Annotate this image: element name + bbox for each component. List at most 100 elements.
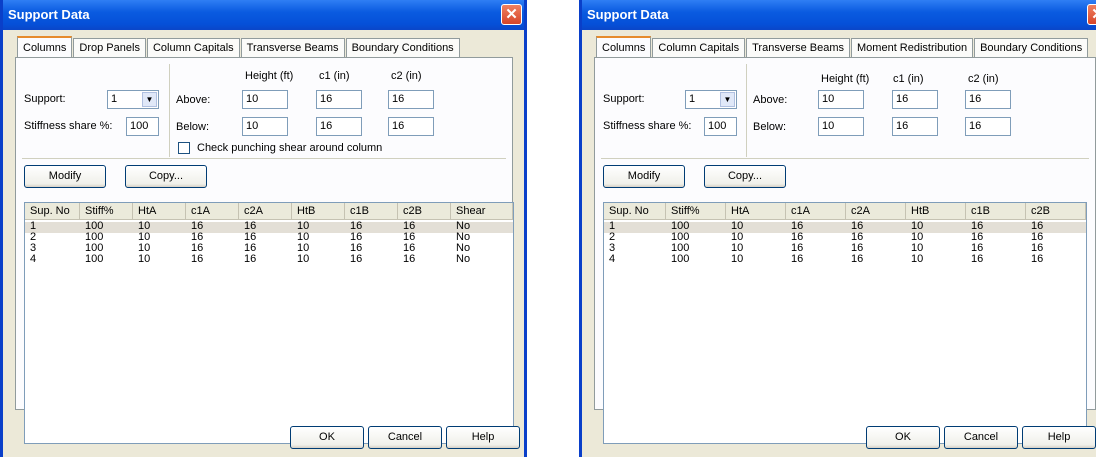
tab-transverse-beams[interactable]: Transverse Beams [746,38,851,57]
tab-strip: Columns Column Capitals Transverse Beams… [596,36,1089,58]
table-cell: 10 [138,253,151,265]
below-c1-input[interactable]: 16 [316,117,362,136]
vertical-divider [746,64,747,157]
tab-column-capitals[interactable]: Column Capitals [146,38,240,57]
column-header-c1b[interactable]: c1B [345,203,398,220]
table-cell: 16 [244,253,257,265]
column-header-hta[interactable]: HtA [726,203,786,220]
support-data-dialog-left: Support Data ✕ Columns Drop Panels Colum… [0,0,527,457]
help-button[interactable]: Help [446,426,520,449]
support-select[interactable]: 1 ▼ [107,90,159,109]
column-header-stiff[interactable]: Stiff% [80,203,133,220]
column-header-htb[interactable]: HtB [906,203,966,220]
modify-button[interactable]: Modify [603,165,685,188]
cancel-button[interactable]: Cancel [944,426,1018,449]
below-c1-input[interactable]: 16 [892,117,938,136]
below-height-input[interactable]: 10 [242,117,288,136]
below-label: Below: [753,121,787,133]
above-c1-input[interactable]: 16 [316,90,362,109]
tab-strip: Columns Drop Panels Column Capitals Tran… [17,36,461,58]
help-button[interactable]: Help [1022,426,1096,449]
chevron-down-icon[interactable]: ▼ [142,92,157,107]
below-c2-input[interactable]: 16 [965,117,1011,136]
table-row[interactable]: 4 100 10 16 16 10 16 16 [604,253,1086,266]
chevron-down-icon[interactable]: ▼ [720,92,735,107]
table-row[interactable]: 4 100 10 16 16 10 16 16 No [25,253,513,266]
tab-moment-redistribution[interactable]: Moment Redistribution [851,38,974,57]
columns-panel: Support: 1 ▼ Stiffness share %: 100 Heig… [594,57,1096,444]
column-header-c1a[interactable]: c1A [186,203,239,220]
table-cell: 4 [30,253,37,265]
tab-transverse-beams[interactable]: Transverse Beams [240,38,345,57]
stiffness-input[interactable]: 100 [704,117,737,136]
above-c2-input[interactable]: 16 [388,90,434,109]
tab-boundary-conditions[interactable]: Boundary Conditions [345,38,460,57]
support-label: Support: [24,93,66,105]
stiffness-label: Stiffness share %: [603,120,692,132]
vertical-divider [169,64,170,157]
tab-drop-panels[interactable]: Drop Panels [73,38,146,57]
above-c2-input[interactable]: 16 [965,90,1011,109]
column-header-c1b[interactable]: c1B [966,203,1026,220]
column-header-htb[interactable]: HtB [292,203,345,220]
c2-header: c2 (in) [391,70,422,82]
table-cell: 16 [350,253,363,265]
below-height-input[interactable]: 10 [818,117,864,136]
copy-button[interactable]: Copy... [125,165,207,188]
c1-header: c1 (in) [319,70,350,82]
column-header-c2b[interactable]: c2B [1026,203,1086,220]
table-cell: 10 [731,253,744,265]
table-cell: 16 [403,253,416,265]
table-cell: 16 [1031,253,1044,265]
copy-button[interactable]: Copy... [704,165,786,188]
above-height-input[interactable]: 10 [242,90,288,109]
column-header-sup-no[interactable]: Sup. No [25,203,80,220]
column-header-sup-no[interactable]: Sup. No [604,203,666,220]
columns-panel: Support: 1 ▼ Stiffness share %: 100 Heig… [15,57,514,444]
column-header-stiff[interactable]: Stiff% [666,203,726,220]
support-value: 1 [111,93,118,105]
supports-list[interactable]: Sup. No Stiff% HtA c1A c2A HtB c1B c2B S… [24,202,514,444]
tab-boundary-conditions[interactable]: Boundary Conditions [974,38,1089,57]
below-c2-input[interactable]: 16 [388,117,434,136]
table-cell: 16 [851,253,864,265]
ok-button[interactable]: OK [290,426,364,449]
column-header-c2a[interactable]: c2A [846,203,906,220]
column-header-c1a[interactable]: c1A [786,203,846,220]
punching-shear-label: Check punching shear around column [197,142,383,154]
cancel-button[interactable]: Cancel [368,426,442,449]
above-label: Above: [176,94,211,106]
table-cell: 16 [191,253,204,265]
stiffness-input[interactable]: 100 [126,117,159,136]
list-header: Sup. No Stiff% HtA c1A c2A HtB c1B c2B [604,203,1086,220]
title-bar: Support Data ✕ [582,0,1096,30]
punching-shear-checkbox[interactable] [178,142,190,154]
column-header-c2a[interactable]: c2A [239,203,292,220]
close-button[interactable]: ✕ [501,4,522,25]
above-c1-input[interactable]: 16 [892,90,938,109]
table-cell: 100 [671,253,690,265]
column-header-hta[interactable]: HtA [133,203,186,220]
tab-columns[interactable]: Columns [596,36,652,57]
ok-button[interactable]: OK [866,426,940,449]
tab-column-capitals[interactable]: Column Capitals [652,38,746,57]
table-cell: 4 [609,253,616,265]
table-cell: 16 [791,253,804,265]
modify-button[interactable]: Modify [24,165,106,188]
column-header-shear[interactable]: Shear [451,203,513,220]
support-data-dialog-right: Support Data ✕ Columns Column Capitals T… [579,0,1096,457]
table-cell: 100 [85,253,104,265]
supports-list[interactable]: Sup. No Stiff% HtA c1A c2A HtB c1B c2B 1… [603,202,1087,444]
support-select[interactable]: 1 ▼ [685,90,737,109]
table-cell: No [456,253,471,265]
c1-header: c1 (in) [893,73,924,85]
support-value: 1 [689,93,696,105]
table-cell: 10 [911,253,924,265]
list-header: Sup. No Stiff% HtA c1A c2A HtB c1B c2B S… [25,203,513,220]
close-button[interactable]: ✕ [1087,4,1096,25]
column-header-c2b[interactable]: c2B [398,203,451,220]
above-height-input[interactable]: 10 [818,90,864,109]
stiffness-label: Stiffness share %: [24,120,113,132]
dialog-title: Support Data [8,7,90,22]
tab-columns[interactable]: Columns [17,36,73,57]
